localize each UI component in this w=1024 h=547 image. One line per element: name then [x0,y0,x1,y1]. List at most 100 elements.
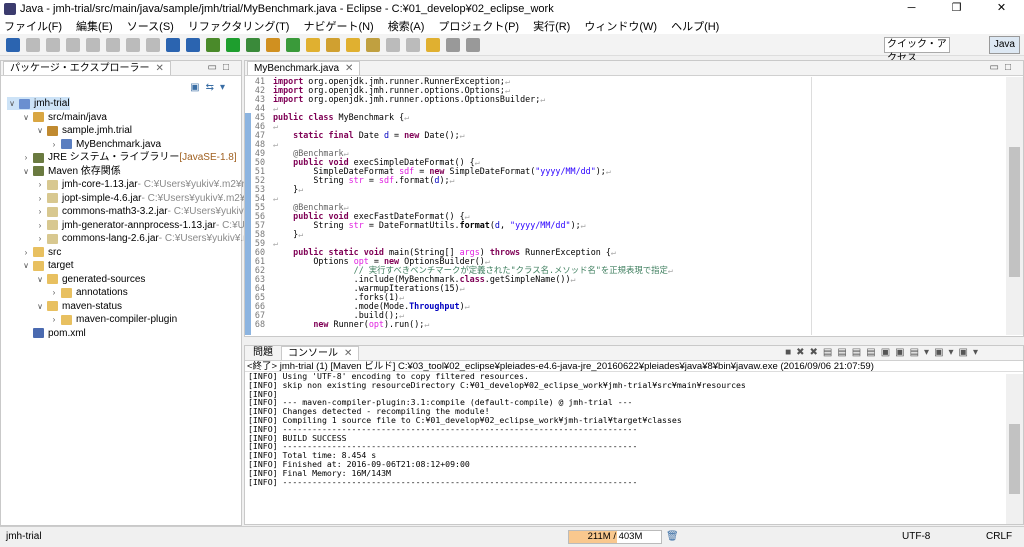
tree-item[interactable]: ∨ jmh-trial [7,97,70,110]
collapse-chevron-icon[interactable]: › [35,219,45,232]
tree-item[interactable]: ∨ generated-sources [35,273,145,286]
expand-chevron-icon[interactable]: ∨ [21,165,31,178]
scroll-thumb[interactable] [1009,147,1020,277]
console-scrollbar[interactable] [1006,374,1023,524]
code-token: str [348,175,364,185]
expand-chevron-icon[interactable]: ∨ [35,300,45,313]
heap-status[interactable]: 211M / 403M [568,530,662,544]
toolbar-button-icon[interactable] [186,37,200,52]
editor-scrollbar[interactable] [1006,77,1023,335]
collapse-chevron-icon[interactable]: › [35,232,45,245]
tree-item-label: Maven 依存関係 [48,165,121,177]
console-toolbar[interactable]: ■✖✖▤▤▤▤▣▣▤▾▣▾▣▾ [785,347,983,358]
collapse-chevron-icon[interactable]: › [21,246,31,259]
collapse-chevron-icon[interactable]: › [35,178,45,191]
menu-item[interactable]: 編集(E) [76,18,113,34]
toolbar-button-icon[interactable] [326,37,340,52]
eclipse-icon [4,2,16,15]
menu-item[interactable]: リファクタリング(T) [188,18,290,34]
toolbar-button-icon[interactable] [66,37,80,52]
menu-item[interactable]: ソース(S) [127,18,174,34]
garbage-collect-icon[interactable]: 🗑 [666,527,679,547]
expand-chevron-icon[interactable]: ∨ [21,259,31,272]
maximize-button[interactable]: ❐ [934,0,979,17]
toolbar-button-icon[interactable] [26,37,40,52]
tree-item[interactable]: ∨ sample.jmh.trial [35,124,132,137]
tab-package-explorer[interactable]: パッケージ・エクスプローラー ✕ [3,61,171,75]
scroll-thumb[interactable] [1009,424,1020,494]
collapse-chevron-icon[interactable]: › [49,313,59,326]
tree-item[interactable]: › jmh-core-1.13.jar - C:¥Users¥yukiv¥.m2¥… [35,178,262,191]
view-toolbar[interactable]: ▣⇆▾ [190,82,231,93]
collapse-chevron-icon[interactable]: › [35,205,45,218]
toolbar-button-icon[interactable] [146,37,160,52]
close-icon[interactable]: ✕ [344,348,352,359]
tree-item[interactable]: ∨ target [21,259,74,272]
minimize-maximize-icons[interactable]: ▭□ [208,62,236,73]
toolbar-button-icon[interactable] [246,37,260,52]
tree-item[interactable]: › jmh-generator-annprocess-1.13.jar - C:¥… [35,219,259,232]
tree-item[interactable]: › annotations [49,286,128,299]
toolbar-button-icon[interactable] [406,37,420,52]
toolbar-button-icon[interactable] [466,37,480,52]
menu-item[interactable]: ウィンドウ(W) [584,18,657,34]
toolbar-button-icon[interactable] [6,37,20,52]
menu-item[interactable]: プロジェクト(P) [438,18,519,34]
toolbar-button-icon[interactable] [126,37,140,52]
toolbar-button-icon[interactable] [206,37,220,52]
tab-problems[interactable]: 問題 [247,346,279,360]
minimize-maximize-icons[interactable]: ▭□ [990,62,1018,73]
console-line: [INFO] ---------------------------------… [248,476,638,487]
collapse-chevron-icon[interactable]: › [49,286,59,299]
tree-item[interactable]: ∨ maven-status [35,300,122,313]
quick-access-input[interactable]: クイック・アクセス [884,37,950,64]
collapse-chevron-icon[interactable]: › [21,151,31,164]
tree-item[interactable]: › jopt-simple-4.6.jar - C:¥Users¥yukiv¥.m… [35,192,260,205]
menu-item[interactable]: 検索(A) [388,18,425,34]
close-button[interactable]: ✕ [979,0,1024,17]
tree-item[interactable]: › commons-math3-3.2.jar - C:¥Users¥yukiv¥… [35,205,261,218]
toolbar-button-icon[interactable] [426,37,440,52]
collapse-chevron-icon[interactable]: › [49,138,59,151]
tree-item[interactable]: › MyBenchmark.java [49,138,161,151]
tab-console[interactable]: コンソール ✕ [281,346,360,360]
menu-item[interactable]: ナビゲート(N) [303,18,373,34]
expand-chevron-icon[interactable]: ∨ [7,97,17,110]
expand-chevron-icon[interactable]: ∨ [21,111,31,124]
tree-item[interactable]: › maven-compiler-plugin [49,313,178,326]
tree-item[interactable]: ∨ Maven 依存関係 [21,165,121,178]
toolbar-button-icon[interactable] [266,37,280,52]
expand-chevron-icon[interactable]: ∨ [35,124,45,137]
expand-chevron-icon[interactable]: ∨ [35,273,45,286]
line-end-marker: ↵ [667,265,673,275]
tab-mybenchmark-java[interactable]: MyBenchmark.java ✕ [247,61,361,75]
toolbar-button-icon[interactable] [346,37,360,52]
toolbar-button-icon[interactable] [286,37,300,52]
console-output[interactable]: [INFO] Using 'UTF-8' encoding to copy fi… [245,372,1023,486]
tree-item[interactable]: › JRE システム・ライブラリー [JavaSE-1.8] [21,151,237,164]
menu-item[interactable]: 実行(R) [533,18,570,34]
tree-item[interactable]: › commons-lang-2.6.jar - C:¥Users¥yukiv¥.… [35,232,257,245]
toolbar-button-icon[interactable] [86,37,100,52]
toolbar-button-icon[interactable] [106,37,120,52]
java-perspective-button[interactable]: Java [988,36,1020,54]
toolbar-button-icon[interactable] [386,37,400,52]
close-icon[interactable]: ✕ [345,63,353,74]
toolbar-button-icon[interactable] [46,37,60,52]
tree-item[interactable]: pom.xml [21,327,86,340]
tree-item[interactable]: ∨ src/main/java [21,111,107,124]
menu-item[interactable]: ヘルプ(H) [671,18,719,34]
code-area[interactable]: 41 import org.openjdk.jmh.runner.RunnerEx… [245,77,1005,335]
menu-item[interactable]: ファイル(F) [4,18,62,34]
toolbar-button-icon[interactable] [166,37,180,52]
minimize-button[interactable]: ─ [889,0,934,17]
collapse-chevron-icon[interactable]: › [35,192,45,205]
toolbar-button-icon[interactable] [446,37,460,52]
close-icon[interactable]: ✕ [156,63,164,74]
toolbar-button-icon[interactable] [306,37,320,52]
print-margin [811,77,812,335]
toolbar-button-icon[interactable] [226,37,240,52]
toolbar-button-icon[interactable] [366,37,380,52]
tree-item[interactable]: › src [21,246,62,259]
